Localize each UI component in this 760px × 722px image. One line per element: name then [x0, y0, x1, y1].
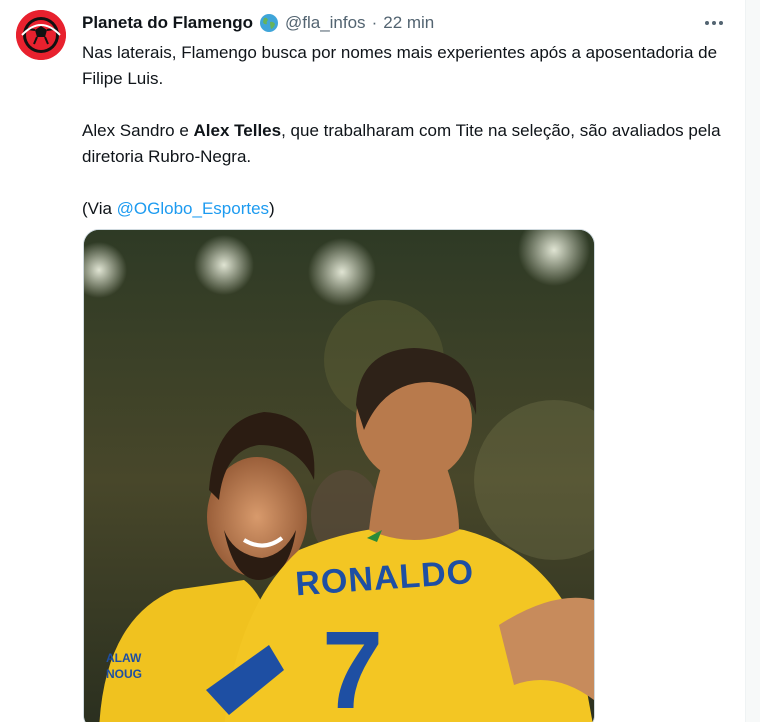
tweet-header: Planeta do Flamengo @fla_infos · 22 min [82, 12, 434, 34]
photo-players-celebrating: ALAW NOUG RONALDO 7 [84, 230, 594, 722]
author-handle[interactable]: @fla_infos [285, 13, 366, 33]
text-segment: (Via [82, 199, 117, 218]
sleeve-text-2: NOUG [106, 667, 142, 681]
tweet-paragraph-2: Alex Sandro e Alex Telles, que trabalhar… [82, 118, 722, 170]
sleeve-text-1: ALAW [106, 651, 142, 665]
tweet-timestamp[interactable]: 22 min [383, 13, 434, 33]
display-name[interactable]: Planeta do Flamengo [82, 13, 253, 33]
tweet-paragraph-1: Nas laterais, Flamengo busca por nomes m… [82, 43, 718, 88]
jersey-number: 7 [322, 609, 383, 722]
tweet-text: Nas laterais, Flamengo busca por nomes m… [82, 40, 722, 222]
mention-link[interactable]: @OGlobo_Esportes [117, 199, 269, 218]
separator-dot: · [371, 13, 378, 32]
flamengo-ball-logo [16, 10, 66, 60]
tweet-photo[interactable]: ALAW NOUG RONALDO 7 [83, 229, 595, 722]
more-horizontal-icon[interactable] [705, 12, 723, 34]
text-segment: ) [269, 199, 275, 218]
globe-icon [259, 13, 279, 33]
tweet-paragraph-3: (Via @OGlobo_Esportes) [82, 196, 722, 222]
avatar[interactable] [16, 10, 66, 60]
tweet-card[interactable]: Planeta do Flamengo @fla_infos · 22 min … [0, 0, 746, 722]
bold-name: Alex Telles [193, 121, 282, 140]
text-segment: Alex Sandro e [82, 121, 194, 140]
